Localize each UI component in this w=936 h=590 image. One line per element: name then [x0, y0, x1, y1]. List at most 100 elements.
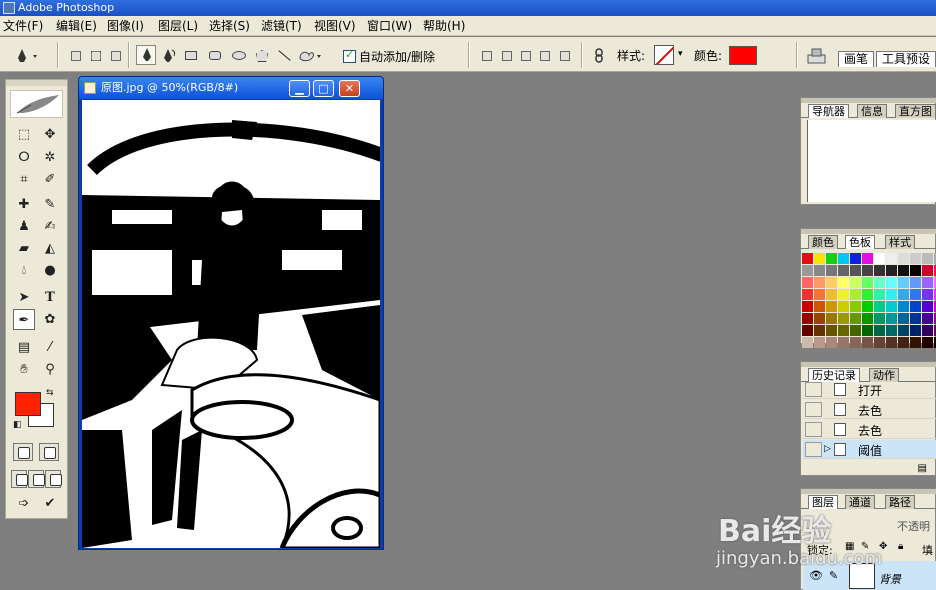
pen-button[interactable]: [136, 45, 156, 65]
history-snapshot-checkbox[interactable]: [805, 402, 822, 417]
color-swatch-cell[interactable]: [874, 313, 885, 324]
color-swatch-cell[interactable]: [910, 325, 921, 336]
standard-mode-button[interactable]: [13, 443, 33, 461]
color-swatch-cell[interactable]: [802, 265, 813, 276]
edit-button[interactable]: ✔: [39, 493, 61, 514]
tab-channels[interactable]: 通道: [845, 495, 875, 509]
tool-preset-picker[interactable]: [14, 45, 42, 65]
menu-edit[interactable]: 编辑(E): [56, 18, 97, 34]
pen-tool[interactable]: ✒: [13, 309, 35, 330]
paths-button[interactable]: [86, 45, 106, 65]
color-swatch-cell[interactable]: [886, 253, 897, 264]
color-swatch-cell[interactable]: [898, 313, 909, 324]
menu-select[interactable]: 选择(S): [209, 18, 250, 34]
maximize-button[interactable]: □: [313, 80, 334, 97]
fill-pixels-button[interactable]: [106, 45, 126, 65]
blur-tool[interactable]: 💧︎: [13, 260, 35, 281]
combine-button[interactable]: [555, 45, 575, 65]
menu-filter[interactable]: 滤镜(T): [261, 18, 302, 34]
color-swatch-cell[interactable]: [802, 277, 813, 288]
navigator-preview[interactable]: [807, 120, 936, 202]
history-item[interactable]: 去色: [803, 420, 936, 439]
color-swatch-cell[interactable]: [886, 277, 897, 288]
color-swatch-cell[interactable]: [838, 325, 849, 336]
screen-mode-full[interactable]: [45, 470, 62, 488]
eyedropper-tool[interactable]: ⁄: [39, 337, 61, 358]
menu-layer[interactable]: 图层(L): [158, 18, 198, 34]
color-swatch-cell[interactable]: [826, 325, 837, 336]
color-swatch-cell[interactable]: [862, 289, 873, 300]
add-to-shape-area-button[interactable]: [477, 45, 497, 65]
color-swatch-cell[interactable]: [910, 313, 921, 324]
color-swatch-cell[interactable]: [910, 277, 921, 288]
color-swatch-cell[interactable]: [910, 337, 921, 348]
color-swatch-cell[interactable]: [802, 325, 813, 336]
feather-logo-icon[interactable]: [10, 90, 63, 118]
history-snapshot-checkbox[interactable]: [805, 382, 822, 397]
color-swatch-cell[interactable]: [874, 289, 885, 300]
screen-mode-full-menu[interactable]: [28, 470, 45, 488]
color-swatch-cell[interactable]: [814, 277, 825, 288]
color-swatch-cell[interactable]: [814, 313, 825, 324]
freeform-pen-button[interactable]: [158, 45, 178, 65]
swap-colors-icon[interactable]: ⇆: [46, 388, 54, 398]
color-swatch-cell[interactable]: [886, 301, 897, 312]
lock-all-icon[interactable]: 🔒︎: [898, 541, 903, 552]
color-swatch-cell[interactable]: [850, 337, 861, 348]
color-swatch-cell[interactable]: [802, 301, 813, 312]
color-swatch-cell[interactable]: [838, 289, 849, 300]
healing-brush-tool[interactable]: ✚: [13, 194, 35, 215]
foreground-color[interactable]: [15, 392, 41, 416]
tab-styles[interactable]: 样式: [885, 235, 915, 249]
color-swatch-cell[interactable]: [922, 253, 933, 264]
color-swatch-cell[interactable]: [850, 301, 861, 312]
color-swatch-cell[interactable]: [886, 313, 897, 324]
palette-grip[interactable]: [801, 229, 936, 234]
color-swatch-cell[interactable]: [874, 265, 885, 276]
color-swatch-cell[interactable]: [862, 313, 873, 324]
color-swatch-cell[interactable]: [922, 265, 933, 276]
paint-bucket-tool[interactable]: ◭: [39, 238, 61, 259]
history-snapshot-checkbox[interactable]: [805, 442, 822, 457]
tab-color[interactable]: 颜色: [808, 235, 838, 249]
jump-to-imageready-button[interactable]: ➩: [11, 493, 37, 514]
document-canvas[interactable]: [82, 100, 380, 548]
color-swatch-cell[interactable]: [838, 313, 849, 324]
eye-icon[interactable]: 👁︎: [809, 569, 823, 582]
color-swatch-cell[interactable]: [850, 289, 861, 300]
document-title-bar[interactable]: 原图.jpg @ 50%(RGB/8#) ▁ □ ✕: [79, 77, 383, 99]
palette-well-button[interactable]: [804, 45, 828, 65]
path-selection-tool[interactable]: ➤: [13, 287, 35, 308]
color-swatch-cell[interactable]: [874, 277, 885, 288]
color-swatch-cell[interactable]: [862, 277, 873, 288]
tab-brushes[interactable]: 画笔: [838, 51, 875, 67]
ellipse-tool-button[interactable]: [228, 45, 248, 65]
color-swatch-cell[interactable]: [838, 253, 849, 264]
subtract-shape-area-button[interactable]: [497, 45, 517, 65]
shape-layers-button[interactable]: [66, 45, 86, 65]
color-swatch-cell[interactable]: [862, 301, 873, 312]
screen-mode-standard[interactable]: [11, 470, 28, 488]
color-swatch-cell[interactable]: [910, 253, 921, 264]
color-swatch-cell[interactable]: [910, 265, 921, 276]
color-swatch-cell[interactable]: [862, 337, 873, 348]
auto-add-delete-checkbox[interactable]: 自动添加/删除: [343, 48, 435, 65]
color-swatch-cell[interactable]: [814, 289, 825, 300]
tab-tool-presets[interactable]: 工具预设: [876, 51, 936, 67]
color-swatch-cell[interactable]: [802, 337, 813, 348]
color-swatch-cell[interactable]: [850, 325, 861, 336]
style-picker[interactable]: [654, 45, 674, 65]
tab-info[interactable]: 信息: [857, 104, 887, 118]
tab-navigator[interactable]: 导航器: [808, 104, 849, 118]
color-swatch-cell[interactable]: [886, 337, 897, 348]
zoom-tool[interactable]: ⚲: [39, 359, 61, 380]
trash-icon[interactable]: ▤: [918, 463, 927, 474]
history-brush-tool[interactable]: ✍: [39, 216, 61, 237]
default-colors-icon[interactable]: ◧: [13, 420, 22, 430]
color-swatch-cell[interactable]: [862, 253, 873, 264]
color-swatch-cell[interactable]: [802, 253, 813, 264]
tab-paths[interactable]: 路径: [885, 495, 915, 509]
color-swatch-cell[interactable]: [838, 265, 849, 276]
color-swatch-cell[interactable]: [898, 265, 909, 276]
intersect-shape-area-button[interactable]: [516, 45, 536, 65]
